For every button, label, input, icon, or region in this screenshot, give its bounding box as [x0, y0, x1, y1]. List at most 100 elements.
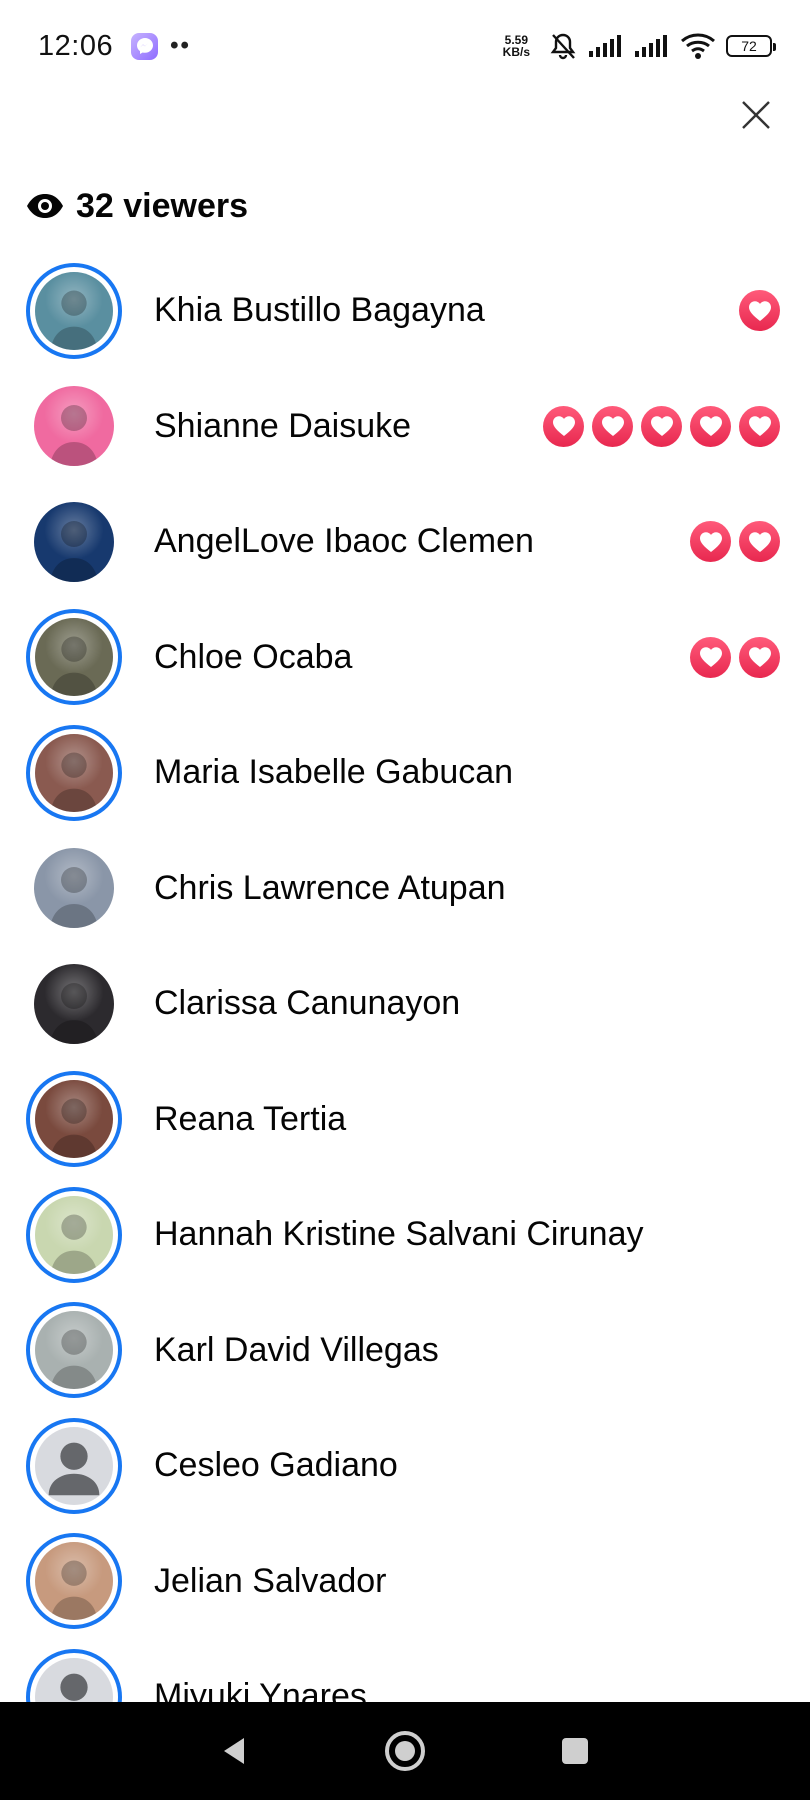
avatar-frame[interactable] [26, 378, 122, 474]
avatar-frame[interactable] [26, 840, 122, 936]
viewer-name[interactable]: Karl David Villegas [154, 1331, 780, 1370]
avatar [35, 618, 113, 697]
viewer-name[interactable]: Chris Lawrence Atupan [154, 869, 780, 908]
avatar [34, 963, 114, 1044]
status-left: 12:06 •• [38, 30, 191, 63]
reactions [690, 636, 780, 678]
photo-silhouette-icon [50, 982, 98, 1044]
viewer-row[interactable]: Jelian Salvador [0, 1524, 810, 1640]
story-ring[interactable] [26, 1302, 122, 1399]
avatar [34, 386, 114, 467]
photo-silhouette-icon [50, 520, 98, 582]
viewer-name[interactable]: Maria Isabelle Gabucan [154, 753, 780, 792]
viewer-row[interactable]: Chris Lawrence Atupan [0, 831, 810, 947]
story-ring[interactable] [26, 1071, 122, 1168]
viewer-name[interactable]: Shianne Daisuke [154, 407, 543, 446]
viewer-name[interactable]: Hannah Kristine Salvani Cirunay [154, 1215, 780, 1254]
viewer-name[interactable]: Clarissa Canunayon [154, 984, 780, 1023]
photo-silhouette-icon [50, 1329, 98, 1390]
viewer-row[interactable]: Khia Bustillo Bagayna [0, 253, 810, 369]
navigation-bar [0, 1702, 810, 1800]
viewer-row[interactable]: Clarissa Canunayon [0, 946, 810, 1062]
recents-button[interactable] [545, 1721, 605, 1781]
photo-silhouette-icon [50, 290, 98, 350]
viewer-row[interactable]: Karl David Villegas [0, 1293, 810, 1409]
viewer-row[interactable]: Reana Tertia [0, 1062, 810, 1178]
signal-icon-2 [634, 33, 670, 59]
reactions [690, 521, 780, 563]
heart-reaction-icon [592, 405, 633, 447]
avatar [35, 1195, 113, 1274]
reactions [739, 290, 780, 332]
battery-icon: 72 [726, 35, 776, 57]
eye-icon [26, 187, 64, 225]
avatar-frame[interactable] [26, 956, 122, 1052]
avatar [35, 1080, 113, 1159]
net-speed-unit: KB/s [502, 45, 530, 59]
status-right: 5.59 KB/s 72 [503, 31, 776, 61]
avatar-frame[interactable] [26, 494, 122, 590]
avatar [35, 1426, 113, 1505]
avatar [35, 271, 113, 350]
heart-reaction-icon [690, 405, 731, 447]
viewer-name[interactable]: AngelLove Ibaoc Clemen [154, 522, 690, 561]
back-button[interactable] [205, 1721, 265, 1781]
viewers-header: 32 viewers [26, 180, 248, 232]
viewer-name[interactable]: Chloe Ocaba [154, 638, 690, 677]
viewer-row[interactable]: Shianne Daisuke [0, 369, 810, 485]
photo-silhouette-icon [50, 867, 98, 929]
notification-dots: •• [170, 32, 191, 59]
avatar [35, 1542, 113, 1621]
wifi-icon [680, 32, 716, 60]
home-button[interactable] [375, 1721, 435, 1781]
net-speed: 5.59 KB/s [503, 34, 530, 58]
viewers-count: 32 viewers [76, 186, 249, 225]
story-ring[interactable] [26, 609, 122, 706]
messenger-icon [131, 32, 159, 60]
recents-icon [562, 1738, 588, 1764]
photo-silhouette-icon [50, 1214, 98, 1274]
close-icon [742, 101, 770, 129]
viewer-row[interactable]: Miyuki Ynares [0, 1639, 810, 1703]
back-icon [224, 1738, 244, 1764]
viewer-row[interactable]: Maria Isabelle Gabucan [0, 715, 810, 831]
viewer-row[interactable]: Cesleo Gadiano [0, 1408, 810, 1524]
photo-silhouette-icon [50, 1098, 98, 1159]
photo-silhouette-icon [50, 1560, 98, 1621]
viewer-name[interactable]: Miyuki Ynares [154, 1677, 780, 1703]
bell-muted-icon [548, 31, 578, 61]
viewer-row[interactable]: Chloe Ocaba [0, 600, 810, 716]
status-time: 12:06 [38, 29, 114, 62]
default-person-icon [48, 1442, 100, 1495]
viewer-row[interactable]: AngelLove Ibaoc Clemen [0, 484, 810, 600]
viewer-list[interactable]: Khia Bustillo Bagayna Shianne Daisuke Ange… [0, 253, 810, 1703]
story-ring[interactable] [26, 1533, 122, 1630]
status-bar: 12:06 •• 5.59 KB/s 72 [0, 0, 810, 92]
heart-reaction-icon [690, 636, 731, 678]
story-ring[interactable] [26, 1417, 122, 1514]
story-ring[interactable] [26, 724, 122, 821]
viewer-name[interactable]: Reana Tertia [154, 1100, 780, 1139]
avatar [34, 848, 114, 929]
heart-reaction-icon [690, 521, 731, 563]
avatar [34, 501, 114, 582]
avatar [35, 1657, 113, 1703]
photo-silhouette-icon [50, 405, 98, 467]
avatar [35, 1311, 113, 1390]
viewer-name[interactable]: Jelian Salvador [154, 1562, 780, 1601]
story-ring[interactable] [26, 262, 122, 359]
avatar [35, 733, 113, 812]
heart-reaction-icon [739, 636, 780, 678]
close-button[interactable] [730, 92, 782, 138]
reactions [543, 405, 780, 447]
heart-reaction-icon [543, 405, 584, 447]
viewer-row[interactable]: Hannah Kristine Salvani Cirunay [0, 1177, 810, 1293]
heart-reaction-icon [739, 290, 780, 332]
viewer-name[interactable]: Cesleo Gadiano [154, 1446, 780, 1485]
signal-icon-1 [588, 33, 624, 59]
story-ring[interactable] [26, 1186, 122, 1283]
heart-reaction-icon [739, 521, 780, 563]
home-icon [385, 1731, 425, 1771]
story-ring[interactable] [26, 1648, 122, 1703]
viewer-name[interactable]: Khia Bustillo Bagayna [154, 291, 739, 330]
